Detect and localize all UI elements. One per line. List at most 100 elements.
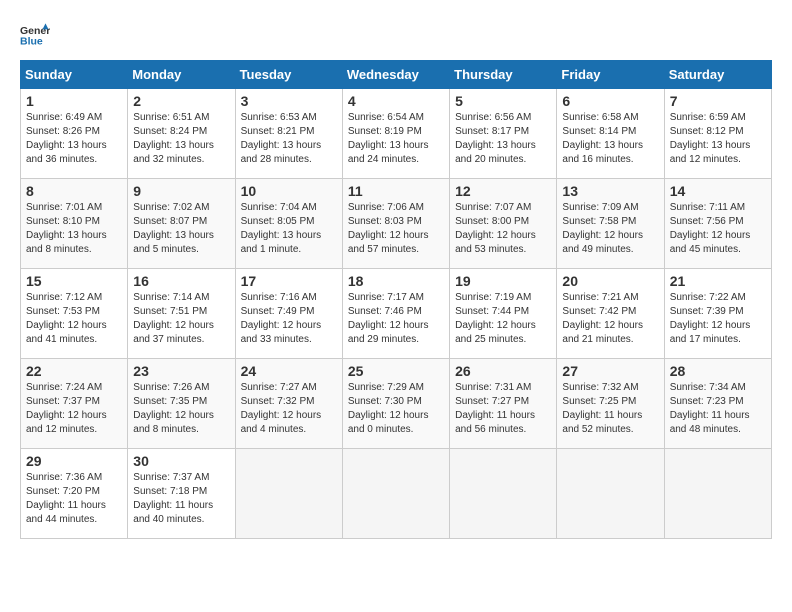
- day-header-saturday: Saturday: [664, 61, 771, 89]
- day-number: 21: [670, 273, 766, 289]
- calendar-cell: 7 Sunrise: 6:59 AMSunset: 8:12 PMDayligh…: [664, 89, 771, 179]
- calendar-cell: 16 Sunrise: 7:14 AMSunset: 7:51 PMDaylig…: [128, 269, 235, 359]
- calendar-cell: 12 Sunrise: 7:07 AMSunset: 8:00 PMDaylig…: [450, 179, 557, 269]
- calendar-table: SundayMondayTuesdayWednesdayThursdayFrid…: [20, 60, 772, 539]
- calendar-cell: 3 Sunrise: 6:53 AMSunset: 8:21 PMDayligh…: [235, 89, 342, 179]
- day-info: Sunrise: 7:29 AMSunset: 7:30 PMDaylight:…: [348, 381, 444, 437]
- logo-icon: General Blue: [20, 20, 50, 50]
- day-number: 30: [133, 453, 229, 469]
- calendar-week-row: 8 Sunrise: 7:01 AMSunset: 8:10 PMDayligh…: [21, 179, 772, 269]
- day-header-friday: Friday: [557, 61, 664, 89]
- calendar-cell: 19 Sunrise: 7:19 AMSunset: 7:44 PMDaylig…: [450, 269, 557, 359]
- day-number: 20: [562, 273, 658, 289]
- day-header-wednesday: Wednesday: [342, 61, 449, 89]
- calendar-cell: 5 Sunrise: 6:56 AMSunset: 8:17 PMDayligh…: [450, 89, 557, 179]
- svg-text:Blue: Blue: [20, 35, 43, 47]
- calendar-cell: 1 Sunrise: 6:49 AMSunset: 8:26 PMDayligh…: [21, 89, 128, 179]
- calendar-cell: 14 Sunrise: 7:11 AMSunset: 7:56 PMDaylig…: [664, 179, 771, 269]
- day-number: 25: [348, 363, 444, 379]
- calendar-week-row: 22 Sunrise: 7:24 AMSunset: 7:37 PMDaylig…: [21, 359, 772, 449]
- calendar-cell: 17 Sunrise: 7:16 AMSunset: 7:49 PMDaylig…: [235, 269, 342, 359]
- day-number: 12: [455, 183, 551, 199]
- day-info: Sunrise: 7:16 AMSunset: 7:49 PMDaylight:…: [241, 291, 337, 347]
- calendar-cell: [342, 449, 449, 539]
- day-number: 28: [670, 363, 766, 379]
- calendar-cell: 8 Sunrise: 7:01 AMSunset: 8:10 PMDayligh…: [21, 179, 128, 269]
- calendar-week-row: 29 Sunrise: 7:36 AMSunset: 7:20 PMDaylig…: [21, 449, 772, 539]
- calendar-cell: 26 Sunrise: 7:31 AMSunset: 7:27 PMDaylig…: [450, 359, 557, 449]
- day-number: 16: [133, 273, 229, 289]
- day-info: Sunrise: 7:24 AMSunset: 7:37 PMDaylight:…: [26, 381, 122, 437]
- calendar-cell: 29 Sunrise: 7:36 AMSunset: 7:20 PMDaylig…: [21, 449, 128, 539]
- calendar-cell: [557, 449, 664, 539]
- calendar-cell: 9 Sunrise: 7:02 AMSunset: 8:07 PMDayligh…: [128, 179, 235, 269]
- calendar-cell: 27 Sunrise: 7:32 AMSunset: 7:25 PMDaylig…: [557, 359, 664, 449]
- day-info: Sunrise: 7:07 AMSunset: 8:00 PMDaylight:…: [455, 201, 551, 257]
- calendar-week-row: 1 Sunrise: 6:49 AMSunset: 8:26 PMDayligh…: [21, 89, 772, 179]
- calendar-cell: [235, 449, 342, 539]
- day-info: Sunrise: 7:11 AMSunset: 7:56 PMDaylight:…: [670, 201, 766, 257]
- day-number: 1: [26, 93, 122, 109]
- day-number: 11: [348, 183, 444, 199]
- logo: General Blue: [20, 20, 50, 50]
- calendar-cell: 6 Sunrise: 6:58 AMSunset: 8:14 PMDayligh…: [557, 89, 664, 179]
- day-info: Sunrise: 7:17 AMSunset: 7:46 PMDaylight:…: [348, 291, 444, 347]
- calendar-cell: 20 Sunrise: 7:21 AMSunset: 7:42 PMDaylig…: [557, 269, 664, 359]
- day-number: 7: [670, 93, 766, 109]
- day-info: Sunrise: 6:49 AMSunset: 8:26 PMDaylight:…: [26, 111, 122, 167]
- day-info: Sunrise: 6:59 AMSunset: 8:12 PMDaylight:…: [670, 111, 766, 167]
- calendar-cell: 13 Sunrise: 7:09 AMSunset: 7:58 PMDaylig…: [557, 179, 664, 269]
- day-number: 14: [670, 183, 766, 199]
- day-info: Sunrise: 7:27 AMSunset: 7:32 PMDaylight:…: [241, 381, 337, 437]
- day-number: 3: [241, 93, 337, 109]
- day-info: Sunrise: 7:34 AMSunset: 7:23 PMDaylight:…: [670, 381, 766, 437]
- day-number: 9: [133, 183, 229, 199]
- day-info: Sunrise: 6:56 AMSunset: 8:17 PMDaylight:…: [455, 111, 551, 167]
- day-number: 5: [455, 93, 551, 109]
- day-number: 22: [26, 363, 122, 379]
- day-info: Sunrise: 7:12 AMSunset: 7:53 PMDaylight:…: [26, 291, 122, 347]
- day-number: 17: [241, 273, 337, 289]
- calendar-cell: [450, 449, 557, 539]
- day-number: 26: [455, 363, 551, 379]
- day-info: Sunrise: 6:58 AMSunset: 8:14 PMDaylight:…: [562, 111, 658, 167]
- day-number: 8: [26, 183, 122, 199]
- calendar-cell: 15 Sunrise: 7:12 AMSunset: 7:53 PMDaylig…: [21, 269, 128, 359]
- calendar-cell: 2 Sunrise: 6:51 AMSunset: 8:24 PMDayligh…: [128, 89, 235, 179]
- calendar-cell: 25 Sunrise: 7:29 AMSunset: 7:30 PMDaylig…: [342, 359, 449, 449]
- day-number: 6: [562, 93, 658, 109]
- calendar-cell: 24 Sunrise: 7:27 AMSunset: 7:32 PMDaylig…: [235, 359, 342, 449]
- day-info: Sunrise: 7:21 AMSunset: 7:42 PMDaylight:…: [562, 291, 658, 347]
- day-info: Sunrise: 6:51 AMSunset: 8:24 PMDaylight:…: [133, 111, 229, 167]
- day-info: Sunrise: 7:04 AMSunset: 8:05 PMDaylight:…: [241, 201, 337, 257]
- day-number: 19: [455, 273, 551, 289]
- day-info: Sunrise: 7:36 AMSunset: 7:20 PMDaylight:…: [26, 471, 122, 527]
- calendar-cell: 11 Sunrise: 7:06 AMSunset: 8:03 PMDaylig…: [342, 179, 449, 269]
- day-info: Sunrise: 7:31 AMSunset: 7:27 PMDaylight:…: [455, 381, 551, 437]
- calendar-week-row: 15 Sunrise: 7:12 AMSunset: 7:53 PMDaylig…: [21, 269, 772, 359]
- day-info: Sunrise: 7:22 AMSunset: 7:39 PMDaylight:…: [670, 291, 766, 347]
- day-number: 24: [241, 363, 337, 379]
- calendar-header-row: SundayMondayTuesdayWednesdayThursdayFrid…: [21, 61, 772, 89]
- day-info: Sunrise: 7:26 AMSunset: 7:35 PMDaylight:…: [133, 381, 229, 437]
- day-info: Sunrise: 7:32 AMSunset: 7:25 PMDaylight:…: [562, 381, 658, 437]
- day-info: Sunrise: 7:37 AMSunset: 7:18 PMDaylight:…: [133, 471, 229, 527]
- day-number: 15: [26, 273, 122, 289]
- day-number: 2: [133, 93, 229, 109]
- day-info: Sunrise: 6:53 AMSunset: 8:21 PMDaylight:…: [241, 111, 337, 167]
- calendar-cell: 21 Sunrise: 7:22 AMSunset: 7:39 PMDaylig…: [664, 269, 771, 359]
- day-header-monday: Monday: [128, 61, 235, 89]
- calendar-cell: 22 Sunrise: 7:24 AMSunset: 7:37 PMDaylig…: [21, 359, 128, 449]
- page-header: General Blue: [20, 20, 772, 50]
- calendar-cell: 10 Sunrise: 7:04 AMSunset: 8:05 PMDaylig…: [235, 179, 342, 269]
- calendar-cell: 4 Sunrise: 6:54 AMSunset: 8:19 PMDayligh…: [342, 89, 449, 179]
- day-header-thursday: Thursday: [450, 61, 557, 89]
- calendar-cell: 30 Sunrise: 7:37 AMSunset: 7:18 PMDaylig…: [128, 449, 235, 539]
- day-number: 29: [26, 453, 122, 469]
- day-number: 27: [562, 363, 658, 379]
- day-header-sunday: Sunday: [21, 61, 128, 89]
- day-info: Sunrise: 7:06 AMSunset: 8:03 PMDaylight:…: [348, 201, 444, 257]
- day-info: Sunrise: 7:01 AMSunset: 8:10 PMDaylight:…: [26, 201, 122, 257]
- day-info: Sunrise: 7:14 AMSunset: 7:51 PMDaylight:…: [133, 291, 229, 347]
- day-number: 10: [241, 183, 337, 199]
